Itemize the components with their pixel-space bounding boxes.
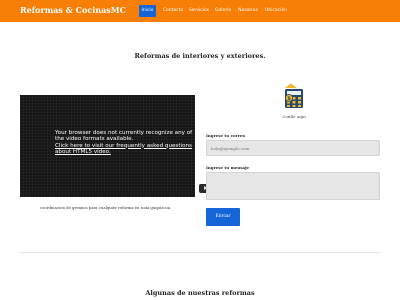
message-label: Ingrese tu mensaje (206, 165, 250, 170)
page-title: Reformas de interiores y exteriores. (134, 52, 266, 60)
send-button[interactable]: Enviar (206, 208, 240, 226)
top-navbar: Reformas & CocinasMC Inicio Contacto Ser… (0, 0, 400, 22)
message-field[interactable] (206, 172, 380, 200)
email-label: Ingrese tu correo (206, 133, 246, 138)
brand-logo-text[interactable]: Reformas & CocinasMC (20, 5, 126, 15)
nav-item-nosotros[interactable]: Nosotros (236, 5, 260, 17)
video-fallback-message: Your browser does not currently recogniz… (55, 130, 193, 155)
video-unsupported-text: Your browser does not currently recogniz… (55, 130, 193, 143)
video-player[interactable]: Your browser does not currently recogniz… (20, 95, 212, 197)
video-faq-link[interactable]: Click here to visit our frequently asked… (55, 143, 193, 156)
nav-item-servicios[interactable]: Servicios (188, 5, 210, 17)
nav-item-galeria[interactable]: Galería (213, 5, 233, 17)
email-field[interactable] (206, 140, 380, 156)
video-caption: coordinación de gremios para cualquier r… (40, 205, 172, 210)
nav-item-inicio[interactable]: Inicio (139, 5, 156, 17)
gallery-title: Algunas de nuestras reformas (145, 289, 255, 297)
section-divider (20, 252, 380, 253)
nav-item-contacto[interactable]: Contacto (162, 5, 184, 17)
nav-item-ubicacion[interactable]: Ubicación (263, 5, 289, 17)
svg-text:$: $ (287, 96, 291, 102)
calculator-house-icon: $ (285, 83, 303, 108)
logo-caption: Confíe aquí (282, 114, 306, 119)
